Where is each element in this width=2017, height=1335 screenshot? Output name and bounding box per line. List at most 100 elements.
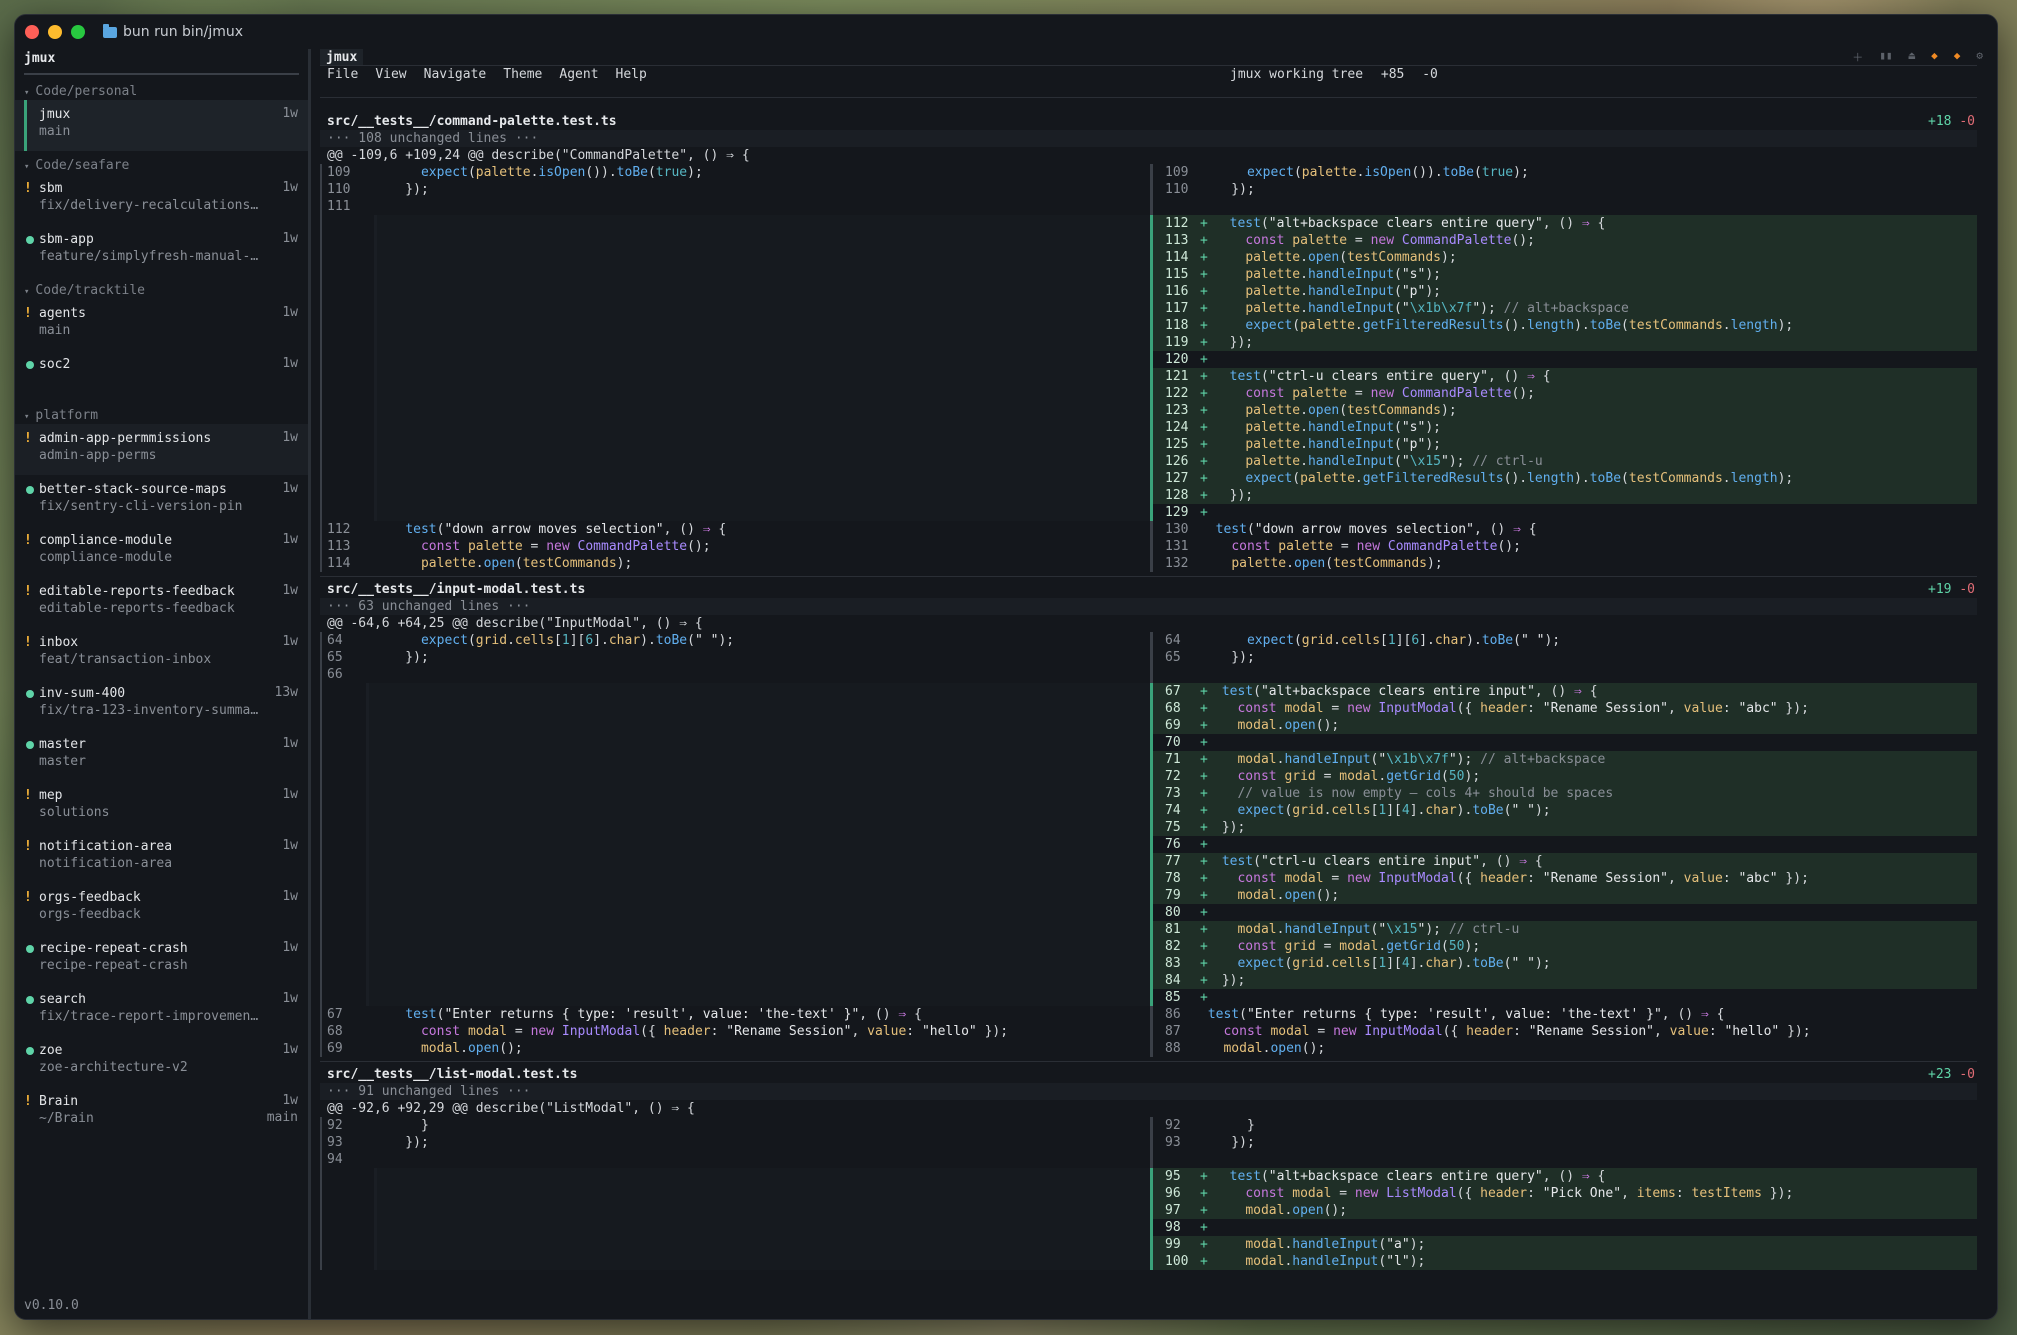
session-name: editable-reports-feedback <box>39 584 235 599</box>
session-branch: feat/transaction-inbox <box>39 652 212 667</box>
menu-bar: File View Navigate Theme Agent Help jmux… <box>320 66 1997 83</box>
session-item[interactable]: inv-sum-400 fix/tra-123-inventory-summary… <box>15 679 308 730</box>
menu-help[interactable]: Help <box>616 67 647 82</box>
minimize-button[interactable] <box>48 25 62 39</box>
diamond-icon[interactable]: ◆ <box>1931 49 1938 65</box>
version-label: v0.10.0 <box>24 1298 79 1313</box>
close-button[interactable] <box>25 25 39 39</box>
session-age: 1w <box>282 430 298 445</box>
file-header[interactable]: src/__tests__/list-modal.test.ts +23 -0 <box>320 1066 1997 1083</box>
attention-icon: ! <box>24 788 32 803</box>
session-item[interactable]: ! admin-app-permmissions admin-app-perms 1w <box>15 424 308 475</box>
session-branch: compliance-module <box>39 550 173 565</box>
group-header[interactable]: ▾ Code/tracktile <box>15 282 308 299</box>
file-path: src/__tests__/input-modal.test.ts <box>327 582 586 597</box>
attention-icon: ! <box>24 584 32 599</box>
session-item[interactable]: zoe zoe-architecture-v2 1w <box>15 1036 308 1087</box>
unchanged-lines-expander[interactable]: ··· 63 unchanged lines ··· <box>320 598 1977 615</box>
diff-file-list-modal: src/__tests__/list-modal.test.ts +23 -0 … <box>320 1066 1997 1270</box>
added-lines-bar <box>1150 1168 1153 1270</box>
session-age: 1w <box>282 1042 298 1057</box>
split-diff: 92 } 93 }); 94 92 } 93 }); 95 + test("alt… <box>320 1117 1977 1270</box>
session-age: 1w <box>282 991 298 1006</box>
split-icon[interactable]: ▮▮ <box>1879 49 1892 65</box>
session-branch: feature/simplyfresh-manual-slip… <box>39 249 264 264</box>
file-header[interactable]: src/__tests__/input-modal.test.ts +19 -0 <box>320 581 1997 598</box>
session-item[interactable]: ! mep solutions 1w <box>15 781 308 832</box>
additions-count: +19 <box>1928 582 1952 597</box>
attention-icon: ! <box>24 431 32 446</box>
chevron-down-icon: ▾ <box>24 412 30 422</box>
file-header[interactable]: src/__tests__/command-palette.test.ts +1… <box>320 113 1997 130</box>
upload-icon[interactable]: ⏏ <box>1909 49 1916 65</box>
session-item[interactable]: sbm-app feature/simplyfresh-manual-slip… 1… <box>15 225 308 276</box>
session-item[interactable]: ! Brain ~/Brain 1w main <box>15 1087 308 1138</box>
working-tree-info: jmux working tree +85 -0 <box>1230 67 1438 82</box>
unchanged-lines-expander[interactable]: ··· 91 unchanged lines ··· <box>320 1083 1977 1100</box>
session-age: 1w <box>282 231 298 246</box>
session-name: soc2 <box>39 357 71 372</box>
session-name: admin-app-permmissions <box>39 431 212 446</box>
group-header[interactable]: ▾ platform <box>15 407 308 424</box>
right-pane: 92 } 93 }); 95 + test("alt+backspace clea… <box>1150 1117 1977 1270</box>
left-pane: 64 expect(grid.cells[1][6].char).toBe(" … <box>320 632 1150 1057</box>
session-item[interactable]: search fix/trace-report-improvements 1w <box>15 985 308 1036</box>
right-pane: 109 expect(palette.isOpen()).toBe(true);… <box>1150 164 1977 572</box>
gear-icon[interactable]: ⚙ <box>1976 49 1983 65</box>
menu-agent[interactable]: Agent <box>559 67 598 82</box>
left-pane: 109 expect(palette.isOpen()).toBe(true);… <box>320 164 1150 572</box>
session-item[interactable]: recipe-repeat-crash recipe-repeat-crash 1w <box>15 934 308 985</box>
session-item[interactable]: ! notification-area notification-area 1w <box>15 832 308 883</box>
plus-icon[interactable]: ＋ <box>1852 49 1863 65</box>
diamond-alt-icon[interactable]: ◆ <box>1954 49 1961 65</box>
session-branch: admin-app-perms <box>39 448 157 463</box>
group-header[interactable]: ▾ Code/seafare <box>15 157 308 174</box>
session-sidebar: jmux ▾ Code/personal jmux main 1w ▾ Code/seafa… <box>15 49 308 1319</box>
session-age: 1w <box>282 583 298 598</box>
session-item[interactable]: jmux main 1w <box>15 100 308 151</box>
sidebar-border[interactable] <box>308 49 311 1319</box>
menu-navigate[interactable]: Navigate <box>424 67 487 82</box>
window-title-text: bun run bin/jmux <box>123 24 244 40</box>
menu-theme[interactable]: Theme <box>503 67 542 82</box>
menu-file[interactable]: File <box>327 67 358 82</box>
session-item[interactable]: ! orgs-feedback orgs-feedback 1w <box>15 883 308 934</box>
session-age: 1w <box>282 1093 298 1108</box>
tab-jmux[interactable]: jmux <box>320 49 364 66</box>
empty-filler <box>366 683 1150 1006</box>
pane-border <box>320 632 322 1057</box>
hunk-header: @@ -92,6 +92,29 @@ describe("ListModal",… <box>327 1101 695 1116</box>
menu-view[interactable]: View <box>375 67 406 82</box>
session-name: recipe-repeat-crash <box>39 941 188 956</box>
session-branch-tag: main <box>266 1110 298 1125</box>
unchanged-lines-expander[interactable]: ··· 108 unchanged lines ··· <box>320 130 1977 147</box>
session-item[interactable]: better-stack-source-maps fix/sentry-cli-v… <box>15 475 308 526</box>
group-label: platform <box>35 408 99 423</box>
deletions-count: -0 <box>1959 114 1975 129</box>
session-item[interactable]: ! sbm fix/delivery-recalculations-aft… 1w <box>15 174 308 225</box>
file-stats: +18 -0 <box>1928 113 1975 130</box>
session-item[interactable]: ! inbox feat/transaction-inbox 1w <box>15 628 308 679</box>
session-item[interactable]: master master 1w <box>15 730 308 781</box>
maximize-button[interactable] <box>71 25 85 39</box>
sidebar-title: jmux <box>24 51 56 66</box>
session-age: 1w <box>282 940 298 955</box>
session-name: Brain <box>39 1094 79 1109</box>
window-title: bun run bin/jmux <box>103 23 244 40</box>
attention-icon: ! <box>24 306 32 321</box>
session-item[interactable]: ! editable-reports-feedback editable-repor… <box>15 577 308 628</box>
working-tree-deletions: -0 <box>1422 67 1438 82</box>
session-age: 1w <box>282 787 298 802</box>
session-age: 13w <box>274 685 298 700</box>
tab-bar: jmux ＋ ▮▮ ⏏ ◆ ◆ ⚙ <box>320 49 1997 66</box>
session-name: jmux <box>39 107 71 122</box>
session-item[interactable]: ! compliance-module compliance-module 1w <box>15 526 308 577</box>
session-name: inv-sum-400 <box>39 686 126 701</box>
window-controls <box>25 25 85 39</box>
session-branch: recipe-repeat-crash <box>39 958 188 973</box>
session-item[interactable]: ! agents main 1w <box>15 299 308 350</box>
session-item[interactable]: soc2 1w <box>15 350 308 401</box>
file-path: src/__tests__/command-palette.test.ts <box>327 114 617 129</box>
group-header[interactable]: ▾ Code/personal <box>15 83 308 100</box>
added-lines-bar <box>1150 215 1153 521</box>
